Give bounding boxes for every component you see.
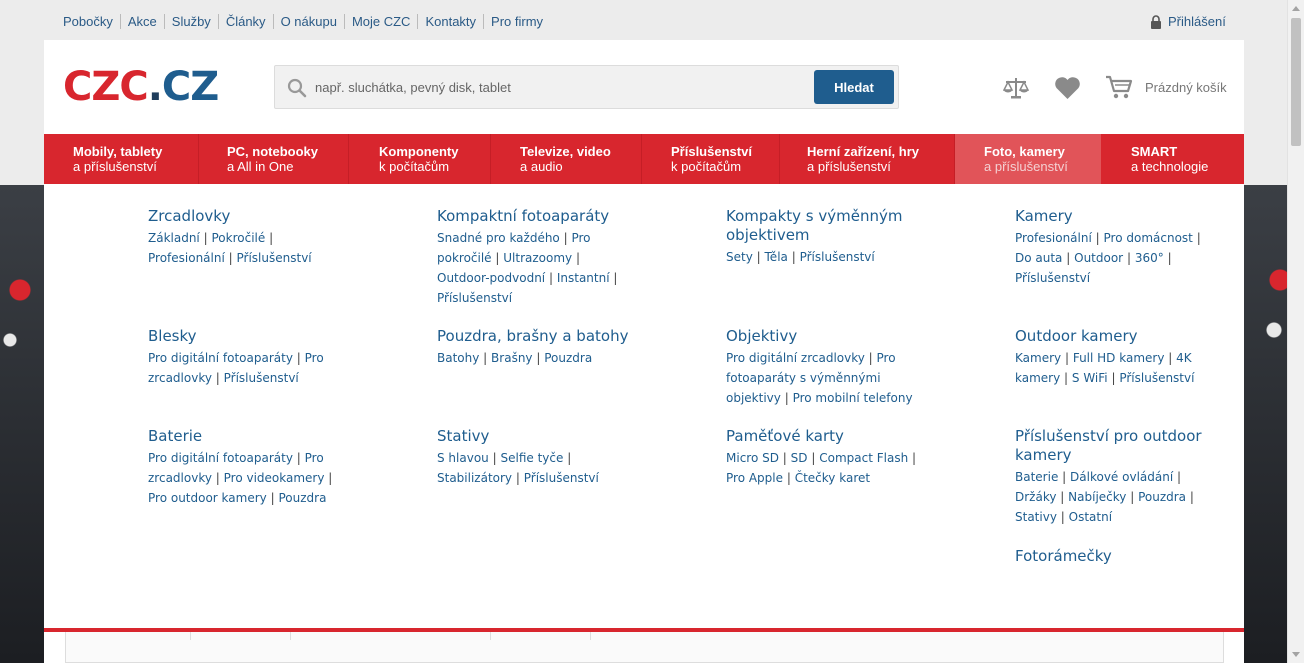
category-title[interactable]: Kamery bbox=[1015, 207, 1275, 226]
menu-category: Stativy S hlavou | Selfie tyče | Stabili… bbox=[437, 427, 697, 488]
cart-icon[interactable] bbox=[1105, 74, 1133, 100]
menu-category: Zrcadlovky Základní | Pokročilé | Profes… bbox=[148, 207, 408, 268]
nav-item-televize[interactable]: Televize, video a audio bbox=[491, 134, 642, 184]
menu-category: Outdoor kamery Kamery | Full HD kamery |… bbox=[1015, 327, 1275, 388]
toplink-pro-firmy[interactable]: Pro firmy bbox=[483, 14, 550, 29]
category-links: Základní | Pokročilé | Profesionální | P… bbox=[148, 231, 312, 265]
nav-item-smart[interactable]: SMART a technologie bbox=[1101, 134, 1244, 184]
heart-icon[interactable] bbox=[1054, 76, 1081, 100]
search-button[interactable]: Hledat bbox=[814, 70, 894, 104]
czc-logo[interactable]: CZC.CZ bbox=[63, 66, 219, 108]
category-title[interactable]: Fotorámečky bbox=[1015, 547, 1275, 566]
toplink-o-nakupu[interactable]: O nákupu bbox=[272, 14, 344, 29]
category-links: Batohy | Brašny | Pouzdra bbox=[437, 351, 593, 365]
menu-category: Pouzdra, brašny a batohy Batohy | Brašny… bbox=[437, 327, 697, 368]
top-links: Pobočky Akce Služby Články O nákupu Moje… bbox=[63, 14, 550, 29]
background-art-left bbox=[0, 250, 44, 390]
nav-item-prislusenstvi[interactable]: Příslušenství k počítačům bbox=[642, 134, 780, 184]
menu-category: Kamery Profesionální | Pro domácnost | D… bbox=[1015, 207, 1275, 288]
category-links: Pro digitální zrcadlovky | Pro fotoapará… bbox=[726, 351, 913, 405]
scrollbar-thumb[interactable] bbox=[1291, 18, 1301, 146]
category-links: Sety | Těla | Příslušenství bbox=[726, 250, 875, 264]
menu-category: Objektivy Pro digitální zrcadlovky | Pro… bbox=[726, 327, 986, 408]
content-area bbox=[44, 632, 1244, 663]
toplink-kontakty[interactable]: Kontakty bbox=[417, 14, 483, 29]
toplink-akce[interactable]: Akce bbox=[119, 14, 164, 29]
search-icon bbox=[287, 78, 307, 98]
nav-item-komponenty[interactable]: Komponenty k počítačům bbox=[349, 134, 491, 184]
main-nav: Mobily, tablety a příslušenství PC, note… bbox=[44, 134, 1244, 184]
category-links: Snadné pro každého | Pro pokročilé | Ult… bbox=[437, 231, 618, 305]
category-links: Kamery | Full HD kamery | 4K kamery | S … bbox=[1015, 351, 1195, 385]
content-tabs bbox=[65, 632, 1224, 663]
nav-item-mobily[interactable]: Mobily, tablety a příslušenství bbox=[44, 134, 199, 184]
menu-category: Baterie Pro digitální fotoaparáty | Pro … bbox=[148, 427, 408, 508]
category-links: Profesionální | Pro domácnost | Do auta … bbox=[1015, 231, 1201, 285]
site-header: CZC.CZ Hledat Prázdný košík bbox=[44, 40, 1244, 134]
category-title[interactable]: Paměťové karty bbox=[726, 427, 986, 446]
scroll-up-icon[interactable] bbox=[1292, 6, 1300, 11]
category-links: Baterie | Dálkové ovládání | Držáky | Na… bbox=[1015, 470, 1194, 524]
mega-menu: Zrcadlovky Základní | Pokročilé | Profes… bbox=[44, 184, 1244, 630]
nav-item-pc[interactable]: PC, notebooky a All in One bbox=[199, 134, 349, 184]
category-title[interactable]: Outdoor kamery bbox=[1015, 327, 1275, 346]
category-title[interactable]: Baterie bbox=[148, 427, 408, 446]
cart-label[interactable]: Prázdný košík bbox=[1145, 80, 1227, 95]
category-title[interactable]: Kompaktní fotoaparáty bbox=[437, 207, 697, 226]
search-box: Hledat bbox=[274, 65, 899, 109]
menu-category: Příslušenství pro outdoor kamery Baterie… bbox=[1015, 427, 1275, 527]
category-links: Pro digitální fotoaparáty | Pro zrcadlov… bbox=[148, 451, 333, 505]
toplink-pobocky[interactable]: Pobočky bbox=[63, 14, 120, 29]
lock-icon bbox=[1151, 14, 1161, 29]
nav-item-herni[interactable]: Herní zařízení, hry a příslušenství bbox=[780, 134, 955, 184]
toplink-clanky[interactable]: Články bbox=[217, 14, 273, 29]
menu-category: Kompakty s výměnným objektivem Sety | Tě… bbox=[726, 207, 986, 267]
login-link[interactable]: Přihlášení bbox=[1150, 14, 1226, 29]
category-title[interactable]: Kompakty s výměnným objektivem bbox=[726, 207, 916, 245]
toplink-moje-czc[interactable]: Moje CZC bbox=[343, 14, 418, 29]
menu-category: Blesky Pro digitální fotoaparáty | Pro z… bbox=[148, 327, 408, 388]
category-title[interactable]: Blesky bbox=[148, 327, 408, 346]
category-title[interactable]: Zrcadlovky bbox=[148, 207, 408, 226]
menu-category: Kompaktní fotoaparáty Snadné pro každého… bbox=[437, 207, 697, 308]
category-title[interactable]: Stativy bbox=[437, 427, 697, 446]
nav-item-foto[interactable]: Foto, kamery a příslušenství bbox=[955, 134, 1101, 184]
category-title[interactable]: Příslušenství pro outdoor kamery bbox=[1015, 427, 1215, 465]
category-links: Pro digitální fotoaparáty | Pro zrcadlov… bbox=[148, 351, 324, 385]
compare-scale-icon[interactable] bbox=[1003, 76, 1029, 100]
search-input[interactable] bbox=[315, 75, 795, 99]
category-links: S hlavou | Selfie tyče | Stabilizátory |… bbox=[437, 451, 599, 485]
menu-category: Fotorámečky bbox=[1015, 547, 1275, 566]
menu-category: Paměťové karty Micro SD | SD | Compact F… bbox=[726, 427, 986, 488]
category-links: Micro SD | SD | Compact Flash | Pro Appl… bbox=[726, 451, 917, 485]
toplink-sluzby[interactable]: Služby bbox=[163, 14, 218, 29]
top-utility-bar: Pobočky Akce Služby Články O nákupu Moje… bbox=[0, 0, 1287, 40]
scroll-down-icon[interactable] bbox=[1292, 652, 1300, 657]
login-label: Přihlášení bbox=[1168, 14, 1226, 29]
category-title[interactable]: Objektivy bbox=[726, 327, 986, 346]
category-title[interactable]: Pouzdra, brašny a batohy bbox=[437, 327, 697, 346]
vertical-scrollbar[interactable] bbox=[1287, 0, 1304, 663]
